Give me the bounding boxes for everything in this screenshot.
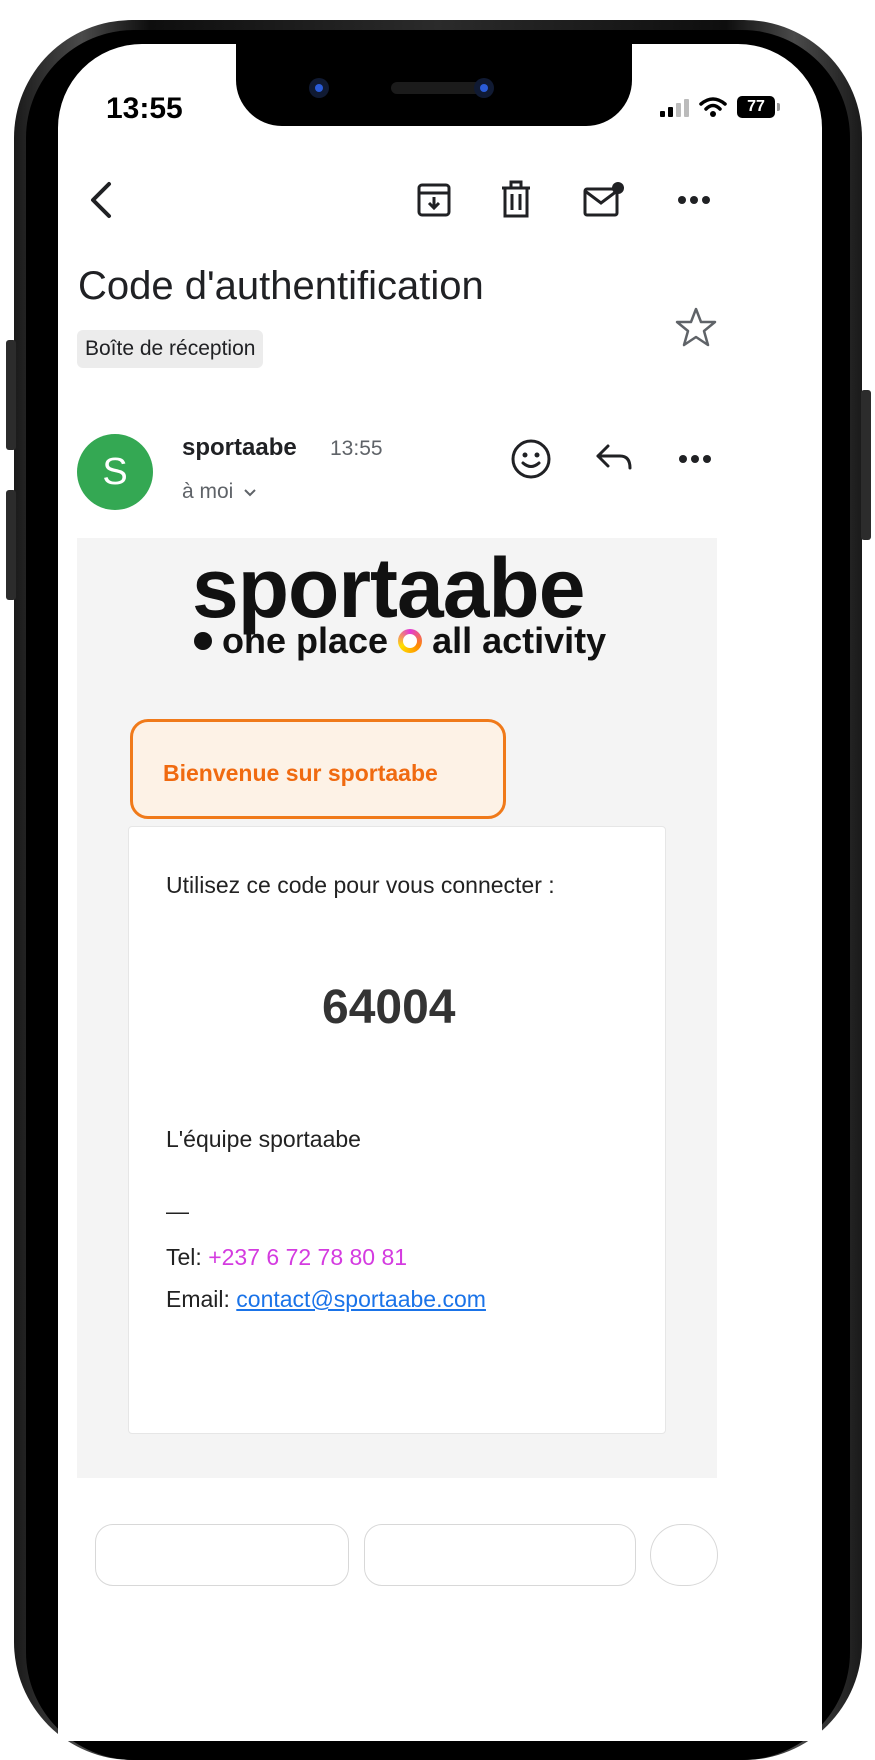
welcome-banner: Bienvenue sur sportaabe	[130, 719, 506, 819]
sender-name: sportaabe	[182, 434, 297, 461]
wifi-icon	[699, 97, 727, 117]
auth-code[interactable]: 64004	[322, 980, 455, 1035]
brand-tagline: one place all activity	[194, 620, 606, 662]
camera-icon	[309, 78, 329, 98]
phone-line: Tel: +237 6 72 78 80 81	[166, 1244, 407, 1271]
forward-button[interactable]	[364, 1524, 636, 1586]
phone-link[interactable]: +237 6 72 78 80 81	[208, 1244, 407, 1270]
reply-icon[interactable]	[592, 436, 638, 482]
battery-icon: 77	[737, 96, 780, 118]
sent-time: 13:55	[330, 437, 383, 460]
signal-icon	[660, 97, 689, 117]
email-link[interactable]: contact@sportaabe.com	[236, 1286, 486, 1312]
more-icon[interactable]	[670, 176, 718, 224]
emoji-button[interactable]	[650, 1524, 718, 1586]
power-button	[861, 390, 871, 540]
trash-icon[interactable]	[492, 176, 540, 224]
dot-icon	[194, 632, 212, 650]
tel-label: Tel:	[166, 1244, 202, 1270]
email-contact-line: Email: contact@sportaabe.com	[166, 1286, 486, 1313]
recipient-toggle[interactable]: à moi	[182, 480, 257, 504]
ring-icon	[398, 629, 422, 653]
emoji-reaction-icon[interactable]	[508, 436, 554, 482]
chevron-down-icon	[244, 489, 256, 497]
email-label: Email:	[166, 1286, 230, 1312]
back-icon[interactable]	[78, 176, 126, 224]
status-time: 13:55	[106, 92, 183, 125]
signature-text: L'équipe sportaabe	[166, 1126, 361, 1152]
status-icons: 77	[660, 96, 780, 118]
notch	[236, 44, 632, 126]
sensor-icon	[474, 78, 494, 98]
instruction-text: Utilisez ce code pour vous connecter :	[166, 872, 555, 898]
archive-icon[interactable]	[410, 176, 458, 224]
tagline-part1: one place	[222, 620, 389, 661]
mail-unread-icon[interactable]	[580, 176, 628, 224]
avatar[interactable]: S	[77, 434, 153, 510]
speaker-grille	[391, 82, 483, 94]
volume-down-button	[6, 490, 16, 600]
volume-up-button	[6, 340, 16, 450]
tagline-part2: all activity	[432, 620, 607, 661]
welcome-text: Bienvenue sur sportaabe	[163, 760, 438, 786]
recipient-label: à moi	[182, 480, 234, 503]
inbox-label[interactable]: Boîte de réception	[77, 330, 264, 368]
message-more-icon[interactable]	[672, 436, 718, 482]
signature-separator: —	[166, 1198, 189, 1224]
battery-level: 77	[747, 98, 765, 115]
star-icon[interactable]	[675, 306, 717, 348]
email-subject: Code d'authentification	[78, 264, 484, 308]
reply-button[interactable]	[95, 1524, 349, 1586]
